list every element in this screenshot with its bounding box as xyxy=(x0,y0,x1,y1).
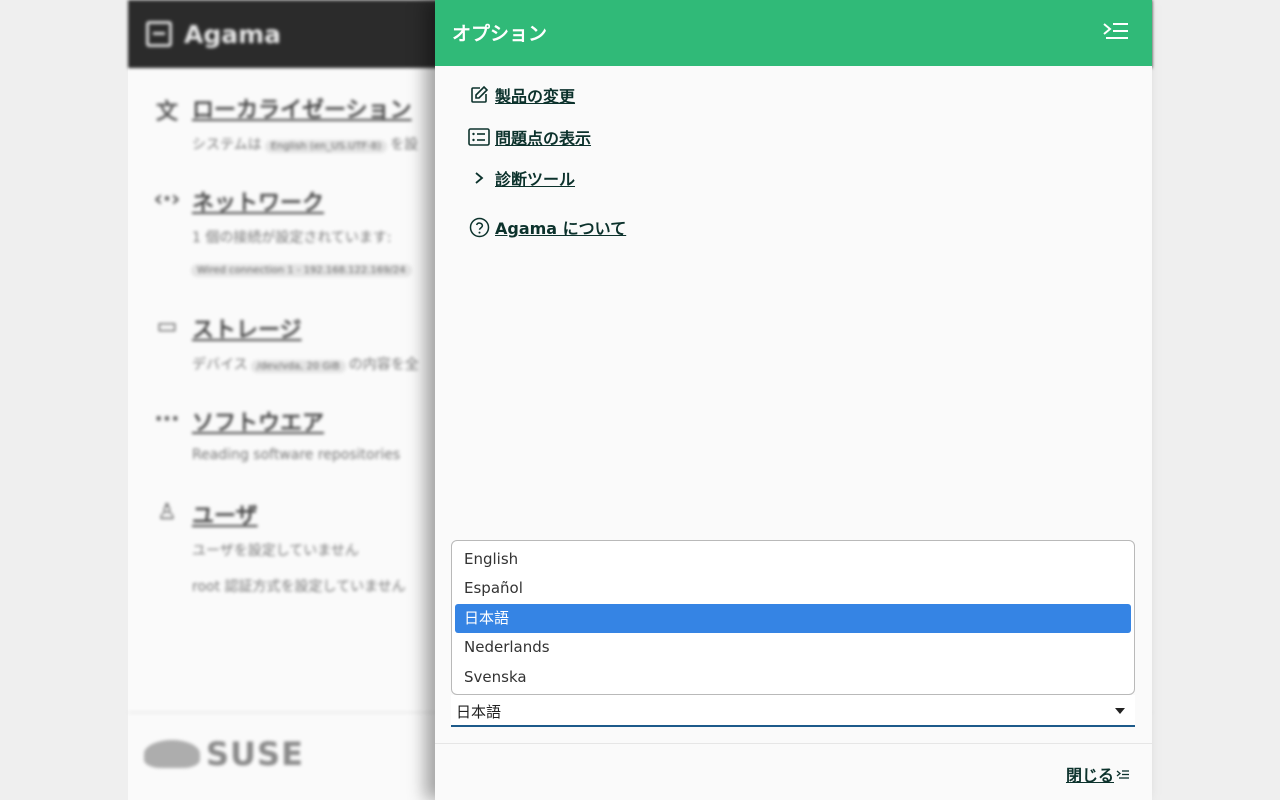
diagnostic-tools-toggle[interactable]: 診断ツール xyxy=(468,166,575,190)
sidebar-footer: 閉じる xyxy=(435,743,1152,800)
suse-logo: SUSE xyxy=(144,735,304,773)
suse-wordmark: SUSE xyxy=(206,735,304,773)
language-option[interactable]: Español xyxy=(455,574,1131,603)
language-select-value: 日本語 xyxy=(456,703,502,721)
help-circle-icon xyxy=(468,216,490,238)
section-summary: Reading software repositories xyxy=(192,447,401,463)
language-option[interactable]: Nederlands xyxy=(455,633,1131,662)
users-icon: ♙ xyxy=(157,500,177,525)
close-label[interactable]: 閉じる xyxy=(1066,762,1114,786)
section-title[interactable]: ストレージ xyxy=(192,312,302,344)
sidebar-close-icon xyxy=(1116,770,1129,779)
archive-icon xyxy=(146,21,172,47)
list-icon xyxy=(468,126,490,148)
section-title[interactable]: ユーザ xyxy=(192,498,258,530)
diagnostic-tools-label[interactable]: 診断ツール xyxy=(495,166,575,190)
sidebar-header: オプション xyxy=(435,0,1152,66)
change-product-label[interactable]: 製品の変更 xyxy=(495,83,575,107)
section-summary: root 認証方式を設定していません xyxy=(192,579,406,595)
caret-down-icon xyxy=(1115,708,1125,714)
network-icon: ‹·› xyxy=(153,187,181,212)
sidebar-title: オプション xyxy=(452,23,548,45)
section-summary: ユーザを設定していません xyxy=(192,543,359,559)
summary-text: の内容を全 xyxy=(348,357,419,373)
sidebar-collapse-icon[interactable] xyxy=(1102,20,1130,44)
section-summary: 1 個の接続が設定されています: xyxy=(192,230,392,246)
language-option-selected[interactable]: 日本語 xyxy=(455,603,1131,634)
language-option[interactable]: Svenska xyxy=(455,663,1131,692)
language-option[interactable]: English xyxy=(455,545,1131,574)
summary-text: を設 xyxy=(390,137,419,153)
section-title[interactable]: ネットワーク xyxy=(192,185,324,217)
app-title: Agama xyxy=(184,19,282,49)
change-product-link[interactable]: 製品の変更 xyxy=(468,83,575,107)
section-chip-line: Wired connection 1 - 192.168.122.169/24 xyxy=(188,261,415,277)
edit-icon xyxy=(468,84,490,106)
summary-chip: English (en_US.UTF-8) xyxy=(264,140,388,153)
section-title[interactable]: ローカライゼーション xyxy=(192,92,412,124)
summary-text: デバイス xyxy=(192,357,248,373)
close-sidebar-button[interactable]: 閉じる xyxy=(1066,762,1130,786)
section-summary: システムは English (en_US.UTF-8) を設 xyxy=(192,134,418,154)
chevron-right-icon xyxy=(468,167,490,189)
section-title[interactable]: ソフトウエア xyxy=(192,405,324,437)
software-icon: ··· xyxy=(154,407,180,432)
about-agama-link[interactable]: Agama について xyxy=(468,215,626,239)
options-sidebar: オプション 製品の変更 問題点の表示 診断ツール Agama について Engl… xyxy=(435,0,1152,800)
about-agama-label[interactable]: Agama について xyxy=(495,215,626,239)
summary-chip: Wired connection 1 - 192.168.122.169/24 xyxy=(191,264,412,277)
language-options-list: English Español 日本語 Nederlands Svenska xyxy=(451,540,1135,695)
chameleon-icon xyxy=(144,740,200,768)
summary-chip: /dev/vda, 20 GiB xyxy=(250,360,346,373)
show-issues-label[interactable]: 問題点の表示 xyxy=(495,125,591,149)
section-summary: デバイス/dev/vda, 20 GiB の内容を全 xyxy=(192,354,419,374)
language-select[interactable]: 日本語 xyxy=(451,695,1135,727)
summary-text: システムは xyxy=(192,137,262,153)
translate-icon: 文 xyxy=(155,100,178,125)
show-issues-link[interactable]: 問題点の表示 xyxy=(468,125,591,149)
storage-icon: ▭ xyxy=(156,314,178,339)
